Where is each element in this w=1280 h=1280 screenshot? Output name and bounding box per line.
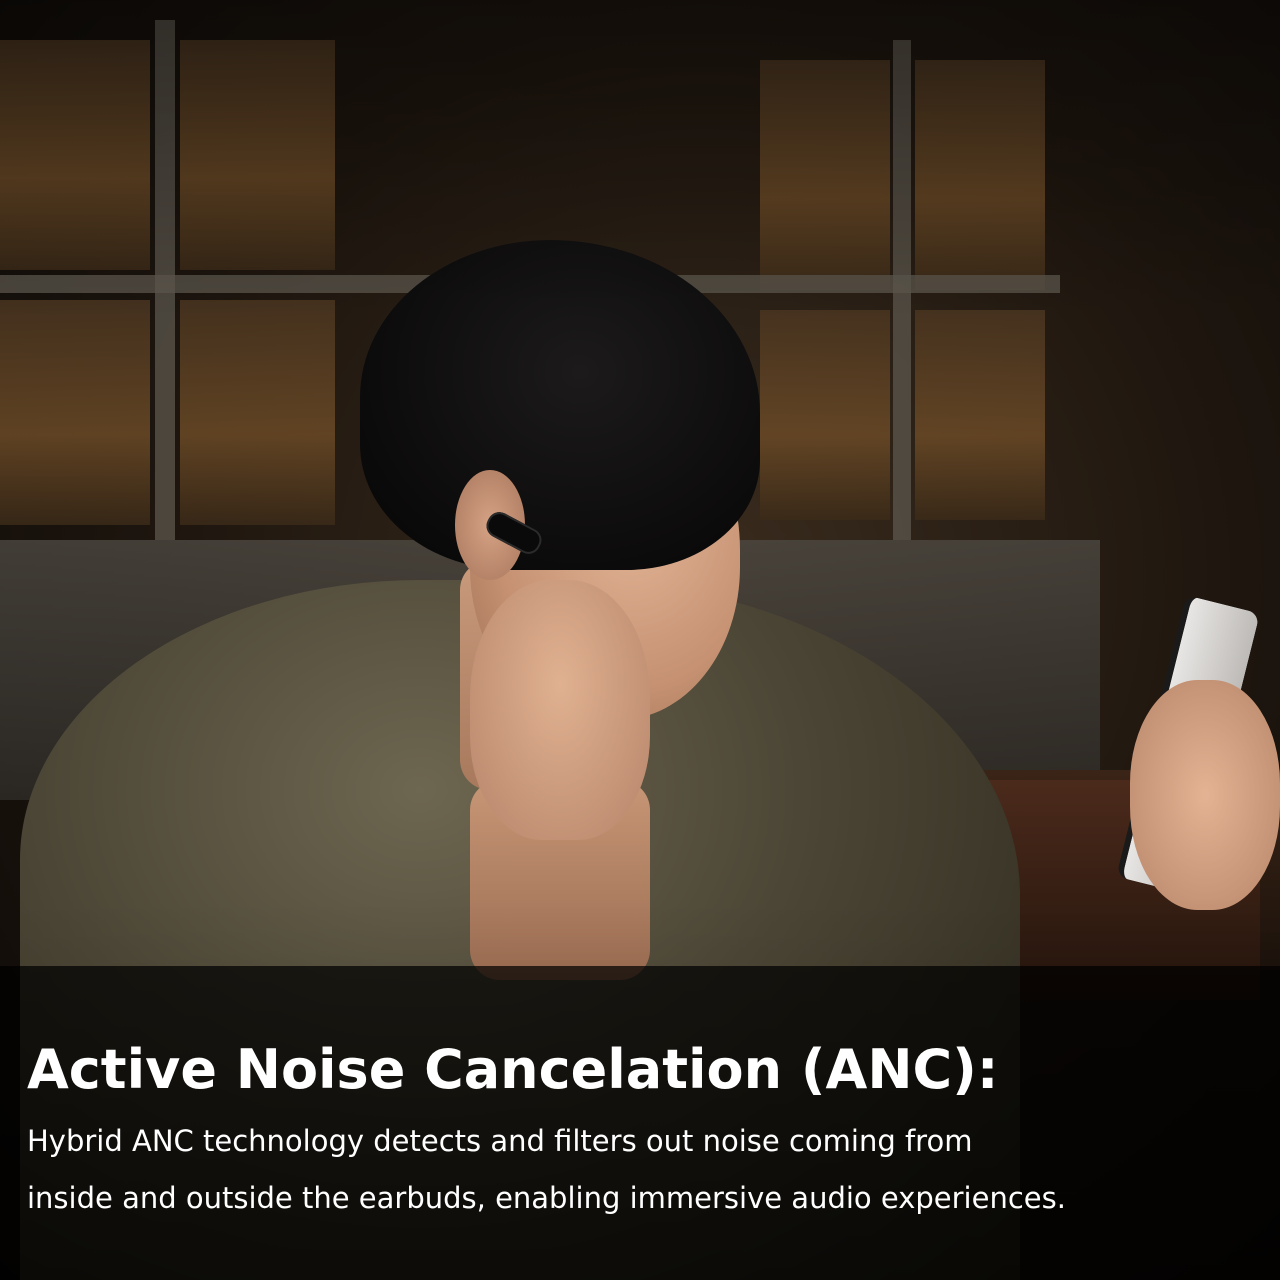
caption-body-line-1: Hybrid ANC technology detects and filter… (27, 1124, 973, 1158)
caption-body-line-2: inside and outside the earbuds, enabling… (27, 1181, 1066, 1215)
product-photo: Active Noise Cancelation (ANC): Hybrid A… (0, 0, 1280, 1280)
caption-body: Hybrid ANC technology detects and filter… (27, 1113, 1267, 1227)
caption-title: Active Noise Cancelation (ANC): (27, 1038, 999, 1101)
